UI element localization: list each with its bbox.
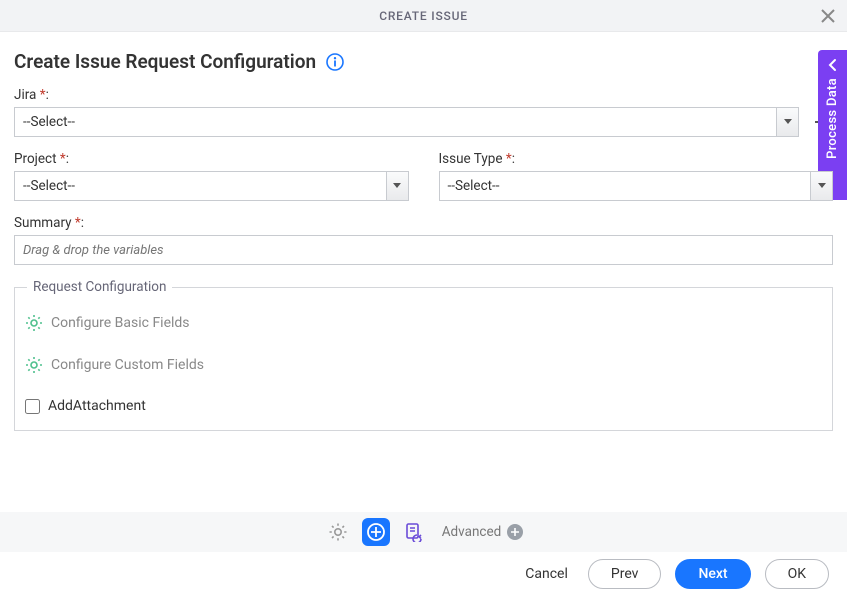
configure-basic-fields-link[interactable]: Configure Basic Fields	[25, 314, 822, 332]
plus-badge-icon	[507, 524, 523, 540]
issuetype-label: Issue Type *:	[439, 151, 834, 167]
summary-field: Summary *:	[14, 215, 833, 265]
summary-input[interactable]	[14, 235, 833, 265]
configure-basic-label: Configure Basic Fields	[51, 315, 190, 331]
request-config-fieldset: Request Configuration Configure Basic Fi…	[14, 287, 833, 431]
prev-button[interactable]: Prev	[588, 559, 662, 589]
toolbar-add-button[interactable]	[362, 518, 390, 546]
gear-icon	[25, 356, 43, 374]
jira-select[interactable]: --Select--	[14, 107, 799, 137]
issuetype-select-toggle[interactable]	[810, 172, 832, 200]
close-icon	[821, 9, 835, 23]
request-config-legend: Request Configuration	[27, 279, 172, 295]
addattachment-row: AddAttachment	[25, 398, 822, 414]
jira-label: Jira *:	[14, 87, 833, 103]
advanced-label: Advanced	[442, 524, 502, 540]
addattachment-checkbox[interactable]	[25, 399, 40, 414]
page-title-row: Create Issue Request Configuration	[14, 50, 833, 73]
toolbar-advanced-button[interactable]: Advanced	[442, 524, 524, 540]
dialog-header: CREATE ISSUE	[0, 0, 847, 32]
jira-select-value: --Select--	[15, 114, 776, 130]
gear-icon	[328, 522, 348, 542]
summary-label: Summary *:	[14, 215, 833, 231]
jira-select-toggle[interactable]	[776, 108, 798, 136]
project-issuetype-row: Project *: --Select-- Issue Type *: --Se…	[14, 151, 833, 201]
document-refresh-icon	[404, 522, 424, 542]
toolbar: Advanced	[0, 512, 847, 552]
project-label: Project *:	[14, 151, 409, 167]
project-select[interactable]: --Select--	[14, 171, 409, 201]
footer: Cancel Prev Next OK	[0, 552, 847, 596]
info-icon[interactable]	[326, 53, 344, 71]
process-data-label: Process Data	[825, 78, 840, 159]
chevron-down-icon	[784, 119, 792, 125]
next-button[interactable]: Next	[675, 559, 750, 589]
chevron-left-icon	[826, 58, 840, 72]
dialog-body: Create Issue Request Configuration Jira …	[0, 32, 847, 431]
project-select-value: --Select--	[15, 178, 386, 194]
ok-button[interactable]: OK	[765, 559, 829, 589]
page-title: Create Issue Request Configuration	[14, 50, 316, 73]
dialog-title: CREATE ISSUE	[379, 9, 468, 23]
toolbar-settings-button[interactable]	[324, 518, 352, 546]
configure-custom-fields-link[interactable]: Configure Custom Fields	[25, 356, 822, 374]
cancel-button[interactable]: Cancel	[519, 562, 574, 586]
chevron-down-icon	[818, 183, 826, 189]
close-button[interactable]	[817, 5, 839, 27]
gear-icon	[25, 314, 43, 332]
project-field: Project *: --Select--	[14, 151, 409, 201]
jira-field: Jira *: --Select--	[14, 87, 833, 137]
chevron-down-icon	[393, 183, 401, 189]
issuetype-select-value: --Select--	[440, 178, 811, 194]
issuetype-field: Issue Type *: --Select--	[439, 151, 834, 201]
issuetype-select[interactable]: --Select--	[439, 171, 834, 201]
project-select-toggle[interactable]	[386, 172, 408, 200]
toolbar-refresh-button[interactable]	[400, 518, 428, 546]
plus-circle-icon	[366, 522, 386, 542]
configure-custom-label: Configure Custom Fields	[51, 357, 204, 373]
addattachment-label[interactable]: AddAttachment	[48, 398, 146, 414]
